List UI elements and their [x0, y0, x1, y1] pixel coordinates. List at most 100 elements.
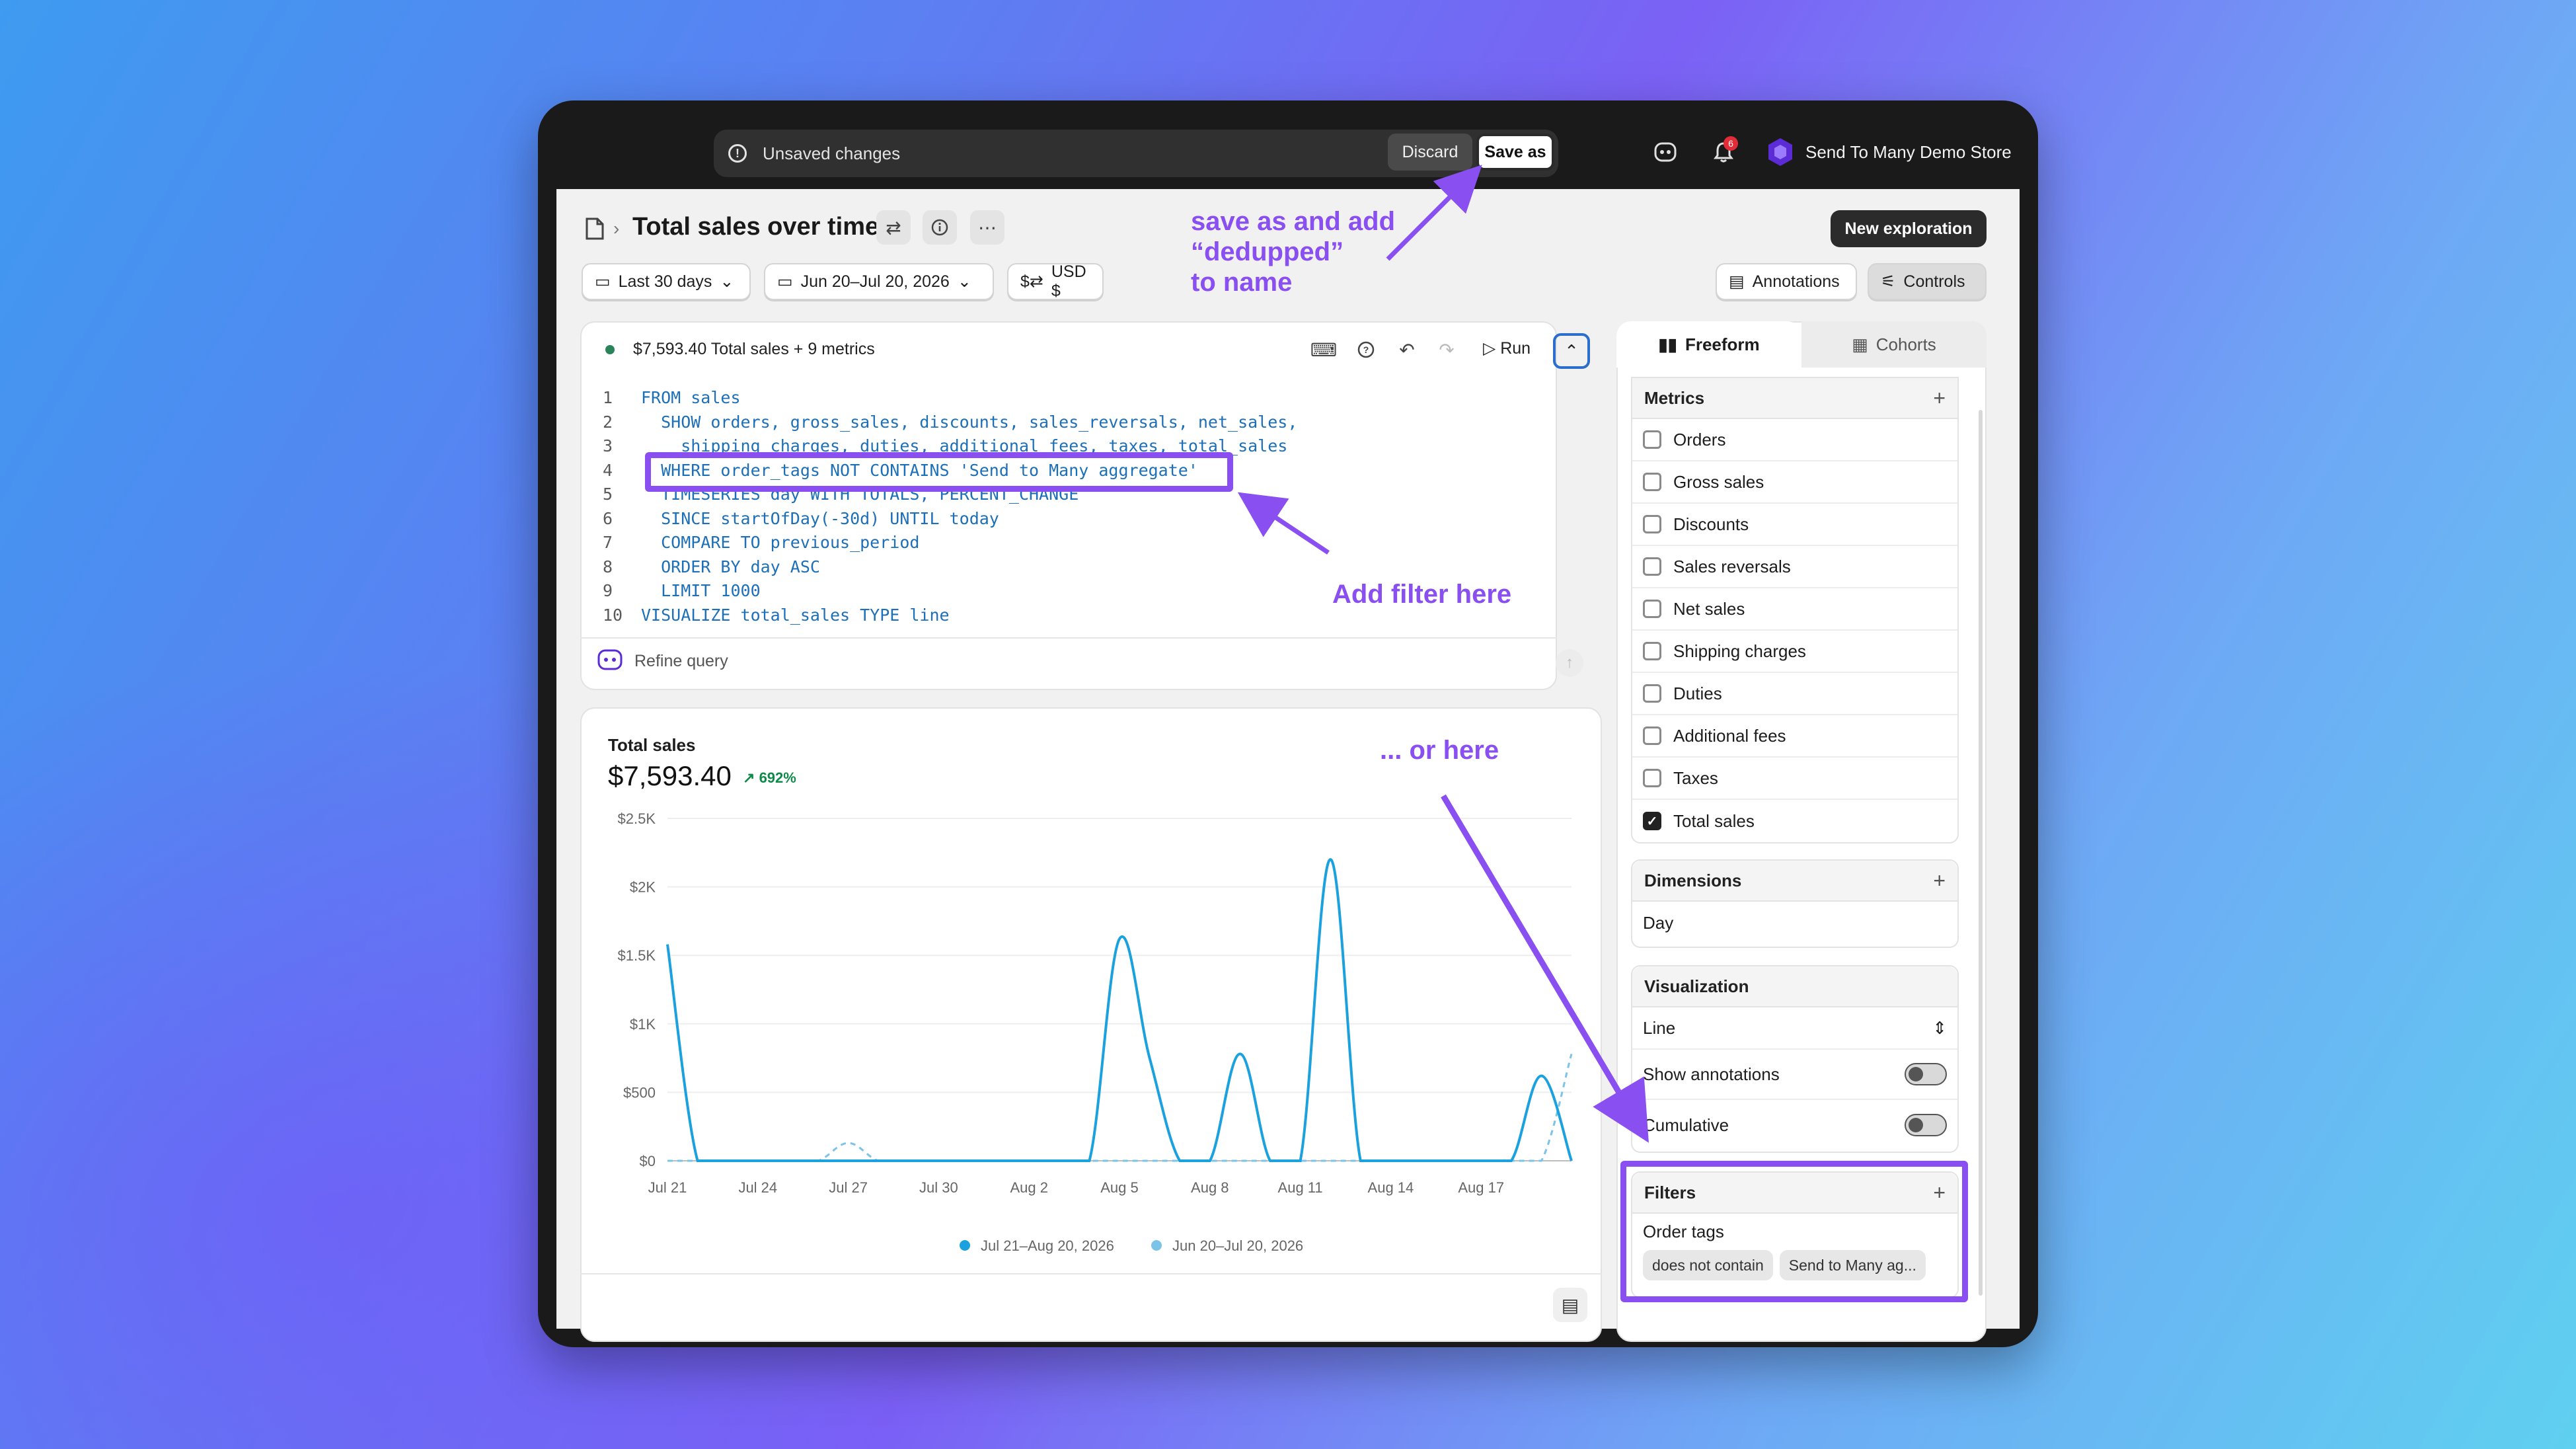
store-switcher[interactable]: Send To Many Demo Store [1764, 136, 2012, 168]
y-tick-label: $500 [623, 1084, 656, 1101]
metric-item[interactable]: Additional fees [1632, 715, 1957, 758]
x-tick-label: Jul 21 [648, 1179, 687, 1196]
svg-text:?: ? [1363, 344, 1369, 355]
metric-checkbox[interactable] [1643, 473, 1661, 491]
x-tick-label: Jul 30 [919, 1179, 958, 1196]
visualization-title: Visualization [1644, 976, 1749, 996]
refine-query-input[interactable]: Refine query [634, 652, 728, 671]
save-note-line-1: save as and add [1191, 207, 1396, 236]
discard-button[interactable]: Discard [1388, 134, 1472, 171]
line-number: 3 [603, 436, 613, 455]
metric-item[interactable]: ✓ Total sales [1632, 800, 1957, 842]
dimension-label: Day [1643, 912, 1674, 933]
cumulative-label: Cumulative [1643, 1115, 1729, 1135]
code-line: 7 COMPARE TO previous_period [593, 531, 1297, 555]
comparison-date-dropdown[interactable]: ▭ Jun 20–Jul 20, 2026 ⌄ [764, 263, 994, 300]
metric-checkbox[interactable] [1643, 684, 1661, 703]
date-range-dropdown[interactable]: ▭ Last 30 days ⌄ [582, 263, 751, 300]
run-label: Run [1500, 339, 1531, 358]
metric-item[interactable]: Taxes [1632, 758, 1957, 800]
metric-label: Total sales [1673, 810, 1755, 831]
legend-swatch [1151, 1240, 1162, 1251]
more-icon[interactable]: ⋯ [970, 210, 1004, 245]
help-icon[interactable]: ? [1349, 333, 1383, 366]
line-number: 2 [603, 412, 613, 432]
run-button[interactable]: ▷ Run [1483, 338, 1531, 358]
metric-checkbox[interactable] [1643, 557, 1661, 576]
metric-checkbox[interactable] [1643, 726, 1661, 745]
unsaved-text: Unsaved changes [763, 143, 901, 163]
add-metric-icon[interactable]: + [1933, 386, 1946, 411]
dimension-item[interactable]: Day [1632, 902, 1957, 944]
metric-item[interactable]: Duties [1632, 673, 1957, 715]
sidekick-icon[interactable] [1651, 137, 1680, 167]
code-line: 8 ORDER BY day ASC [593, 555, 1297, 580]
metrics-title: Metrics [1644, 387, 1705, 408]
line-number: 9 [603, 581, 613, 600]
chevron-down-icon: ⌄ [720, 272, 734, 291]
add-dimension-icon[interactable]: + [1933, 869, 1946, 893]
grid-icon: ▦ [1852, 334, 1868, 354]
code-text: LIMIT 1000 [641, 581, 761, 600]
line-number: 7 [603, 533, 613, 552]
tab-cohorts[interactable]: ▦ Cohorts [1801, 321, 1987, 368]
send-arrow-icon[interactable]: ↑ [1556, 649, 1583, 677]
show-annotations-toggle[interactable] [1905, 1063, 1947, 1085]
select-chevrons-icon: ⇕ [1932, 1017, 1947, 1038]
code-line: 6 SINCE startOfDay(-30d) UNTIL today [593, 507, 1297, 531]
metric-label: Orders [1673, 429, 1726, 450]
metrics-header: Metrics + [1632, 378, 1957, 419]
metric-item[interactable]: Net sales [1632, 588, 1957, 631]
new-exploration-button[interactable]: New exploration [1831, 210, 1987, 247]
metric-item[interactable]: Discounts [1632, 504, 1957, 546]
metric-item[interactable]: Sales reversals [1632, 546, 1957, 588]
legend-label[interactable]: Jun 20–Jul 20, 2026 [1172, 1237, 1303, 1254]
metric-item[interactable]: Orders [1632, 419, 1957, 461]
legend-swatch [960, 1240, 970, 1251]
metric-item[interactable]: Gross sales [1632, 461, 1957, 504]
x-tick-label: Aug 5 [1100, 1179, 1139, 1196]
y-tick-label: $0 [640, 1153, 656, 1169]
query-code[interactable]: 1 FROM sales 2 SHOW orders, gross_sales, … [593, 386, 1297, 627]
controls-button[interactable]: ⚟ Controls [1868, 263, 1987, 300]
undo-icon[interactable]: ↶ [1390, 333, 1423, 366]
cumulative-toggle[interactable] [1905, 1114, 1947, 1136]
swap-icon[interactable]: ⇄ [876, 210, 911, 245]
metric-checkbox[interactable] [1643, 430, 1661, 449]
annotations-button[interactable]: ▤ Annotations [1716, 263, 1857, 300]
table-view-icon[interactable]: ▤ [1553, 1288, 1587, 1322]
info-icon[interactable] [923, 210, 957, 245]
add-filter-annotation: Add filter here [1332, 580, 1512, 609]
currency-label: USD $ [1051, 262, 1086, 300]
code-text: FROM sales [641, 388, 741, 407]
y-tick-label: $1K [630, 1016, 656, 1033]
metric-checkbox[interactable] [1643, 642, 1661, 660]
or-here-annotation: ... or here [1380, 736, 1499, 765]
code-line: 9 LIMIT 1000 [593, 579, 1297, 604]
controls-label: Controls [1903, 272, 1965, 291]
redo-icon[interactable]: ↷ [1430, 333, 1463, 366]
filters-panel-highlight-box [1620, 1161, 1968, 1302]
metric-checkbox[interactable] [1643, 769, 1661, 787]
dimensions-title: Dimensions [1644, 870, 1742, 890]
tab-freeform[interactable]: ▮▮ Freeform [1616, 321, 1801, 368]
calendar-icon: ▭ [595, 272, 611, 291]
code-text: VISUALIZE total_sales TYPE line [641, 605, 950, 625]
panel-scrollbar[interactable] [1979, 410, 1983, 1296]
currency-dropdown[interactable]: $⇄ USD $ [1007, 262, 1104, 300]
metric-checkbox[interactable] [1643, 515, 1661, 533]
save-as-button[interactable]: Save as [1476, 134, 1554, 171]
legend-label[interactable]: Jul 21–Aug 20, 2026 [981, 1237, 1114, 1254]
metric-label: Discounts [1673, 514, 1749, 534]
keyboard-icon[interactable]: ⌨ [1307, 333, 1340, 366]
annotation-icon: ▤ [1729, 272, 1745, 291]
dimensions-header: Dimensions + [1632, 861, 1957, 902]
metric-item[interactable]: Shipping charges [1632, 631, 1957, 673]
metric-checkbox[interactable] [1643, 600, 1661, 618]
visualization-type-select[interactable]: Line ⇕ [1632, 1007, 1957, 1050]
collapse-icon[interactable]: ⌃ [1553, 333, 1590, 369]
code-line: 2 SHOW orders, gross_sales, discounts, s… [593, 411, 1297, 435]
save-note-line-2: “dedupped” [1191, 237, 1344, 266]
code-text: SHOW orders, gross_sales, discounts, sal… [641, 412, 1298, 432]
metric-checkbox[interactable]: ✓ [1643, 812, 1661, 830]
